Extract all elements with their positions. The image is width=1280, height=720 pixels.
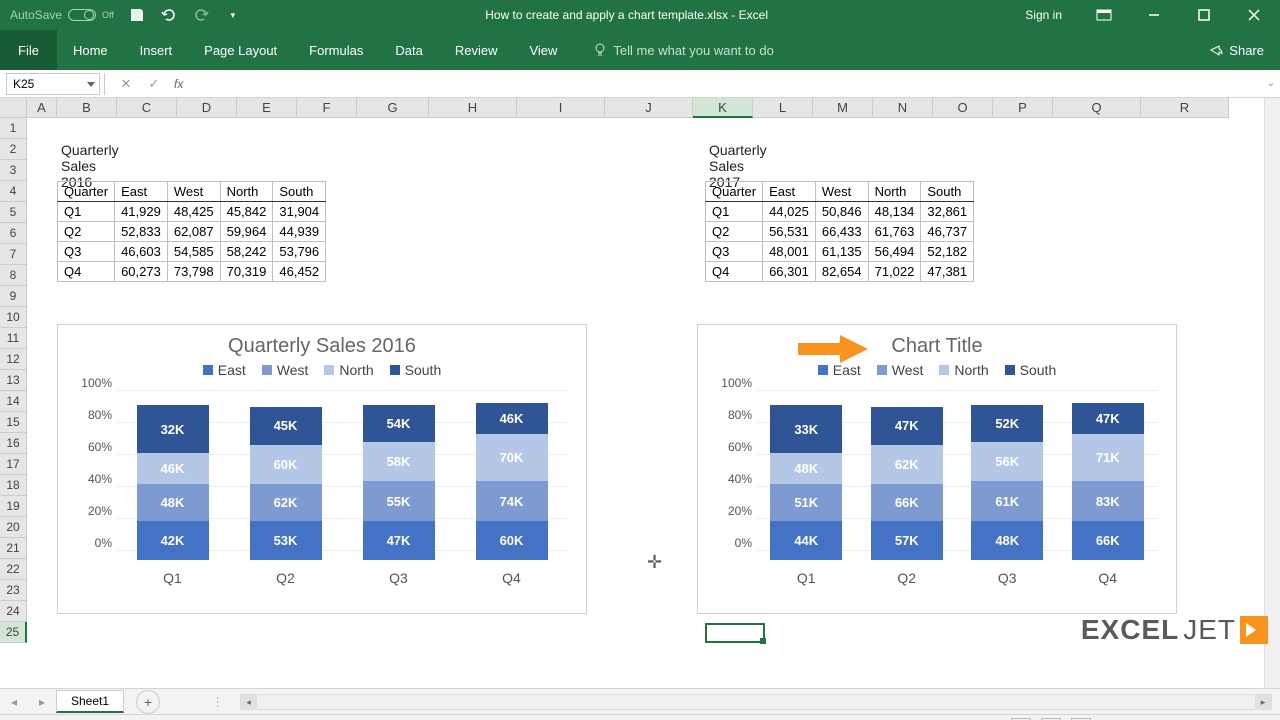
worksheet-grid[interactable]: ABCDEFGHIJKLMNOPQR 123456789101112131415… [0,98,1280,688]
active-cell-cursor [705,623,765,643]
qat-dropdown-icon[interactable]: ▾ [224,6,242,24]
tab-page-layout[interactable]: Page Layout [188,33,293,68]
window-title: How to create and apply a chart template… [242,8,1011,22]
cancel-formula-icon[interactable]: ✕ [112,76,140,92]
exceljet-logo: EXCELJET [1081,614,1268,646]
select-all-button[interactable] [0,98,27,118]
horizontal-scrollbar[interactable]: ◂▸ [240,694,1272,710]
cell-cursor-icon: ✛ [647,552,662,573]
enter-formula-icon[interactable]: ✓ [140,76,168,92]
chart-2016[interactable]: Quarterly Sales 2016 EastWestNorthSouth … [57,324,587,614]
undo-icon[interactable] [160,6,178,24]
formula-bar: K25 ✕ ✓ fx ⌄ [0,70,1280,98]
tab-formulas[interactable]: Formulas [293,33,379,68]
expand-formula-icon[interactable]: ⌄ [1262,78,1280,89]
row-headers[interactable]: 1234567891011121314151617181920212223242… [0,118,27,643]
minimize-icon[interactable] [1132,0,1176,30]
tab-file[interactable]: File [0,30,57,70]
chart-title: Quarterly Sales 2016 [58,325,586,362]
sign-in-link[interactable]: Sign in [1011,8,1076,22]
name-box[interactable]: K25 [6,73,100,95]
chart-plot-area: 100%80%60%40%20%0%44K51K48K33K57K66K62K4… [756,384,1158,574]
redo-icon[interactable] [192,6,210,24]
autosave-toggle[interactable]: AutoSave Off [10,8,114,22]
tell-me-search[interactable]: Tell me what you want to do [573,43,773,58]
logo-icon [1240,616,1268,644]
table-2016[interactable]: QuarterEastWestNorthSouthQ141,92948,4254… [57,181,326,282]
new-sheet-button[interactable]: + [136,690,160,714]
status-bar: Ready − + 100% [0,714,1280,720]
fx-icon[interactable]: fx [168,77,189,91]
tab-data[interactable]: Data [379,33,438,68]
save-icon[interactable] [128,6,146,24]
share-button[interactable]: Share [1209,43,1280,58]
chart-legend: EastWestNorthSouth [698,362,1176,384]
title-bar: AutoSave Off ▾ How to create and apply a… [0,0,1280,30]
tab-view[interactable]: View [513,33,573,68]
share-icon [1209,43,1223,57]
ribbon-tabs: File Home Insert Page Layout Formulas Da… [0,30,1280,70]
maximize-icon[interactable] [1182,0,1226,30]
tab-home[interactable]: Home [57,33,124,68]
lightbulb-icon [593,43,607,57]
close-icon[interactable] [1232,0,1276,30]
sheet-nav-next-icon[interactable]: ▸ [28,695,56,709]
arrow-annotation-icon [798,333,868,365]
vertical-scrollbar[interactable] [1264,98,1280,688]
chart-legend: EastWestNorthSouth [58,362,586,384]
tab-review[interactable]: Review [439,33,514,68]
tab-insert[interactable]: Insert [124,33,189,68]
chart-plot-area: 100%80%60%40%20%0%42K48K46K32K53K62K60K4… [116,384,568,574]
column-headers[interactable]: ABCDEFGHIJKLMNOPQR [27,98,1229,118]
sheet-tab-bar: ◂ ▸ Sheet1 + ⋮ ◂▸ [0,688,1280,714]
table-2017[interactable]: QuarterEastWestNorthSouthQ144,02550,8464… [705,181,974,282]
chart-title[interactable]: Chart Title [698,325,1176,362]
ribbon-options-icon[interactable] [1082,0,1126,30]
chart-2017[interactable]: Chart Title EastWestNorthSouth 100%80%60… [697,324,1177,614]
formula-input[interactable] [189,73,1262,95]
sheet-nav-prev-icon[interactable]: ◂ [0,695,28,709]
sheet-tab[interactable]: Sheet1 [56,690,124,713]
